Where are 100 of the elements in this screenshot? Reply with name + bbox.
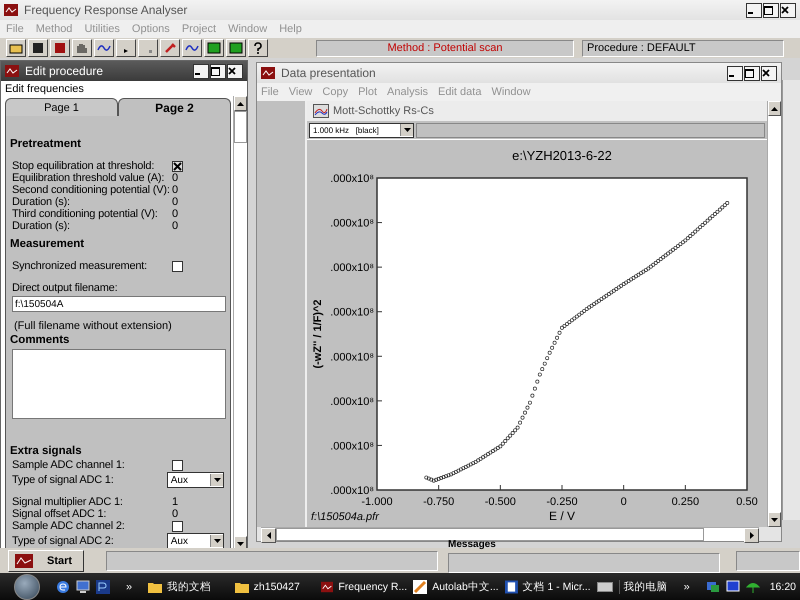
- field-label: Type of signal ADC 1:: [12, 474, 115, 486]
- scroll-up-icon[interactable]: [771, 106, 778, 110]
- vertical-scrollbar[interactable]: [233, 96, 247, 551]
- taskbar-button[interactable]: 我的文档: [148, 580, 229, 594]
- comments-text-area[interactable]: [12, 349, 226, 419]
- wave-icon[interactable]: [94, 39, 114, 57]
- chart-title: e:\YZH2013-6-22: [512, 148, 612, 163]
- close-button[interactable]: [780, 2, 796, 18]
- vertical-scrollbar[interactable]: [767, 101, 781, 527]
- field-label: Stop equilibration at threshold:: [12, 160, 156, 172]
- play-icon[interactable]: [116, 39, 136, 57]
- y-tick-label: .000x10⁸: [330, 218, 374, 230]
- taskbar-button[interactable]: zh150427: [234, 580, 316, 592]
- field-value: 0: [172, 220, 178, 232]
- monitor-icon[interactable]: [226, 39, 246, 57]
- taskbar-button[interactable]: Autolab中文...: [413, 580, 499, 594]
- y-axis-label: (-wZ'' / 1/F)^2: [312, 299, 324, 369]
- taskbar-button[interactable]: 文档 1 - Micr...: [504, 580, 591, 594]
- maximize-button[interactable]: [210, 64, 226, 78]
- field-label: Second conditioning potential (V):: [12, 184, 171, 196]
- field-label: Duration (s):: [12, 220, 71, 232]
- computer-icon[interactable]: [76, 580, 90, 594]
- app-logo-icon: [321, 580, 334, 592]
- app-logo-icon: [5, 65, 19, 77]
- field-label: Sample ADC channel 2:: [12, 520, 126, 532]
- pen-icon: [413, 580, 428, 594]
- minimize-button[interactable]: [727, 66, 743, 80]
- keyboard-icon: [596, 582, 613, 592]
- stop-icon[interactable]: [138, 39, 158, 57]
- filename-input[interactable]: f:\150504A: [12, 296, 226, 312]
- field-label: Synchronized measurement:: [12, 260, 148, 272]
- taskbar-button[interactable]: Frequency R...: [321, 580, 408, 592]
- folder-icon[interactable]: [6, 39, 26, 57]
- start-button[interactable]: Start: [8, 550, 84, 572]
- window-title: Edit procedure: [25, 64, 104, 78]
- scrollbar-thumb[interactable]: [234, 111, 247, 143]
- minimize-button[interactable]: [746, 2, 762, 18]
- signal-type-dropdown[interactable]: Aux: [166, 472, 224, 488]
- file-name-label: f:\150504a.pfr: [311, 511, 379, 523]
- field-value: 0: [172, 196, 178, 208]
- caret-icon: [404, 128, 410, 132]
- scroll-left-icon[interactable]: [266, 532, 270, 539]
- wave-icon[interactable]: [182, 39, 202, 57]
- field-label: Type of signal ADC 2:: [12, 535, 115, 547]
- scroll-up-icon[interactable]: [237, 102, 244, 106]
- section-heading: Extra signals: [10, 445, 83, 457]
- minimize-button[interactable]: [193, 64, 209, 78]
- scroll-down-icon[interactable]: [237, 542, 244, 546]
- field-value: 0: [172, 508, 178, 520]
- tray-label[interactable]: 我的电脑: [618, 580, 668, 594]
- messages-label: Messages: [448, 540, 496, 550]
- clock: 16:20: [770, 580, 796, 592]
- chart-icon: [313, 104, 329, 118]
- app-logo-icon: [261, 67, 275, 79]
- field-label: Sample ADC channel 1:: [12, 459, 126, 471]
- checkbox[interactable]: [172, 260, 183, 272]
- field-label: Third conditioning potential (V):: [12, 208, 159, 220]
- method-status: Method : Potential scan: [316, 40, 574, 56]
- section-heading: Measurement: [10, 238, 86, 250]
- maximize-button[interactable]: [744, 66, 760, 80]
- maximize-icon: [745, 68, 754, 78]
- close-button[interactable]: [761, 66, 777, 80]
- maximize-icon: [211, 66, 220, 76]
- window-title: Frequency Response Analyser: [24, 3, 188, 17]
- y-tick-label: .000x10⁸: [330, 306, 374, 319]
- browser-icon[interactable]: [56, 580, 70, 594]
- hint-text: (Full filename without extension): [13, 320, 173, 332]
- scroll-right-icon[interactable]: [750, 532, 754, 539]
- save-icon[interactable]: [50, 39, 70, 57]
- help-icon[interactable]: [248, 39, 268, 57]
- y-tick-label: .000x10⁸: [330, 173, 374, 185]
- close-button[interactable]: [227, 64, 243, 78]
- field-value: 0: [172, 172, 178, 184]
- app-icon[interactable]: [96, 580, 110, 594]
- checkbox[interactable]: [172, 520, 183, 532]
- start-orb-icon[interactable]: [14, 574, 40, 600]
- x-tick-label: 0: [620, 496, 627, 508]
- signal-type-dropdown[interactable]: Aux: [166, 533, 224, 549]
- tab[interactable]: Page 1: [5, 98, 118, 116]
- horizontal-scrollbar[interactable]: [261, 527, 759, 541]
- monitor-icon: [726, 580, 740, 594]
- save-icon[interactable]: [28, 39, 48, 57]
- more-button[interactable]: »: [126, 580, 132, 592]
- checkbox[interactable]: [172, 160, 183, 172]
- monitor-icon[interactable]: [204, 39, 224, 57]
- y-tick-label: .000x10⁸: [330, 440, 374, 452]
- x-tick-label: -1.000: [361, 496, 393, 508]
- caret-icon: [214, 539, 220, 543]
- tab[interactable]: Page 2: [118, 98, 231, 116]
- field-label: Equilibration threshold value (A):: [12, 172, 166, 184]
- field-value: 1: [172, 496, 178, 508]
- scroll-down-icon[interactable]: [771, 518, 778, 522]
- x-axis-label: E / V: [549, 509, 575, 523]
- more-button[interactable]: »: [684, 580, 690, 592]
- folder-icon: [234, 580, 249, 592]
- close-icon: [228, 67, 236, 75]
- checkbox[interactable]: [172, 460, 183, 470]
- field-label: Signal offset ADC 1:: [12, 508, 108, 520]
- maximize-button[interactable]: [763, 2, 779, 18]
- frequency-dropdown[interactable]: 1.000 kHz [black]: [309, 122, 414, 138]
